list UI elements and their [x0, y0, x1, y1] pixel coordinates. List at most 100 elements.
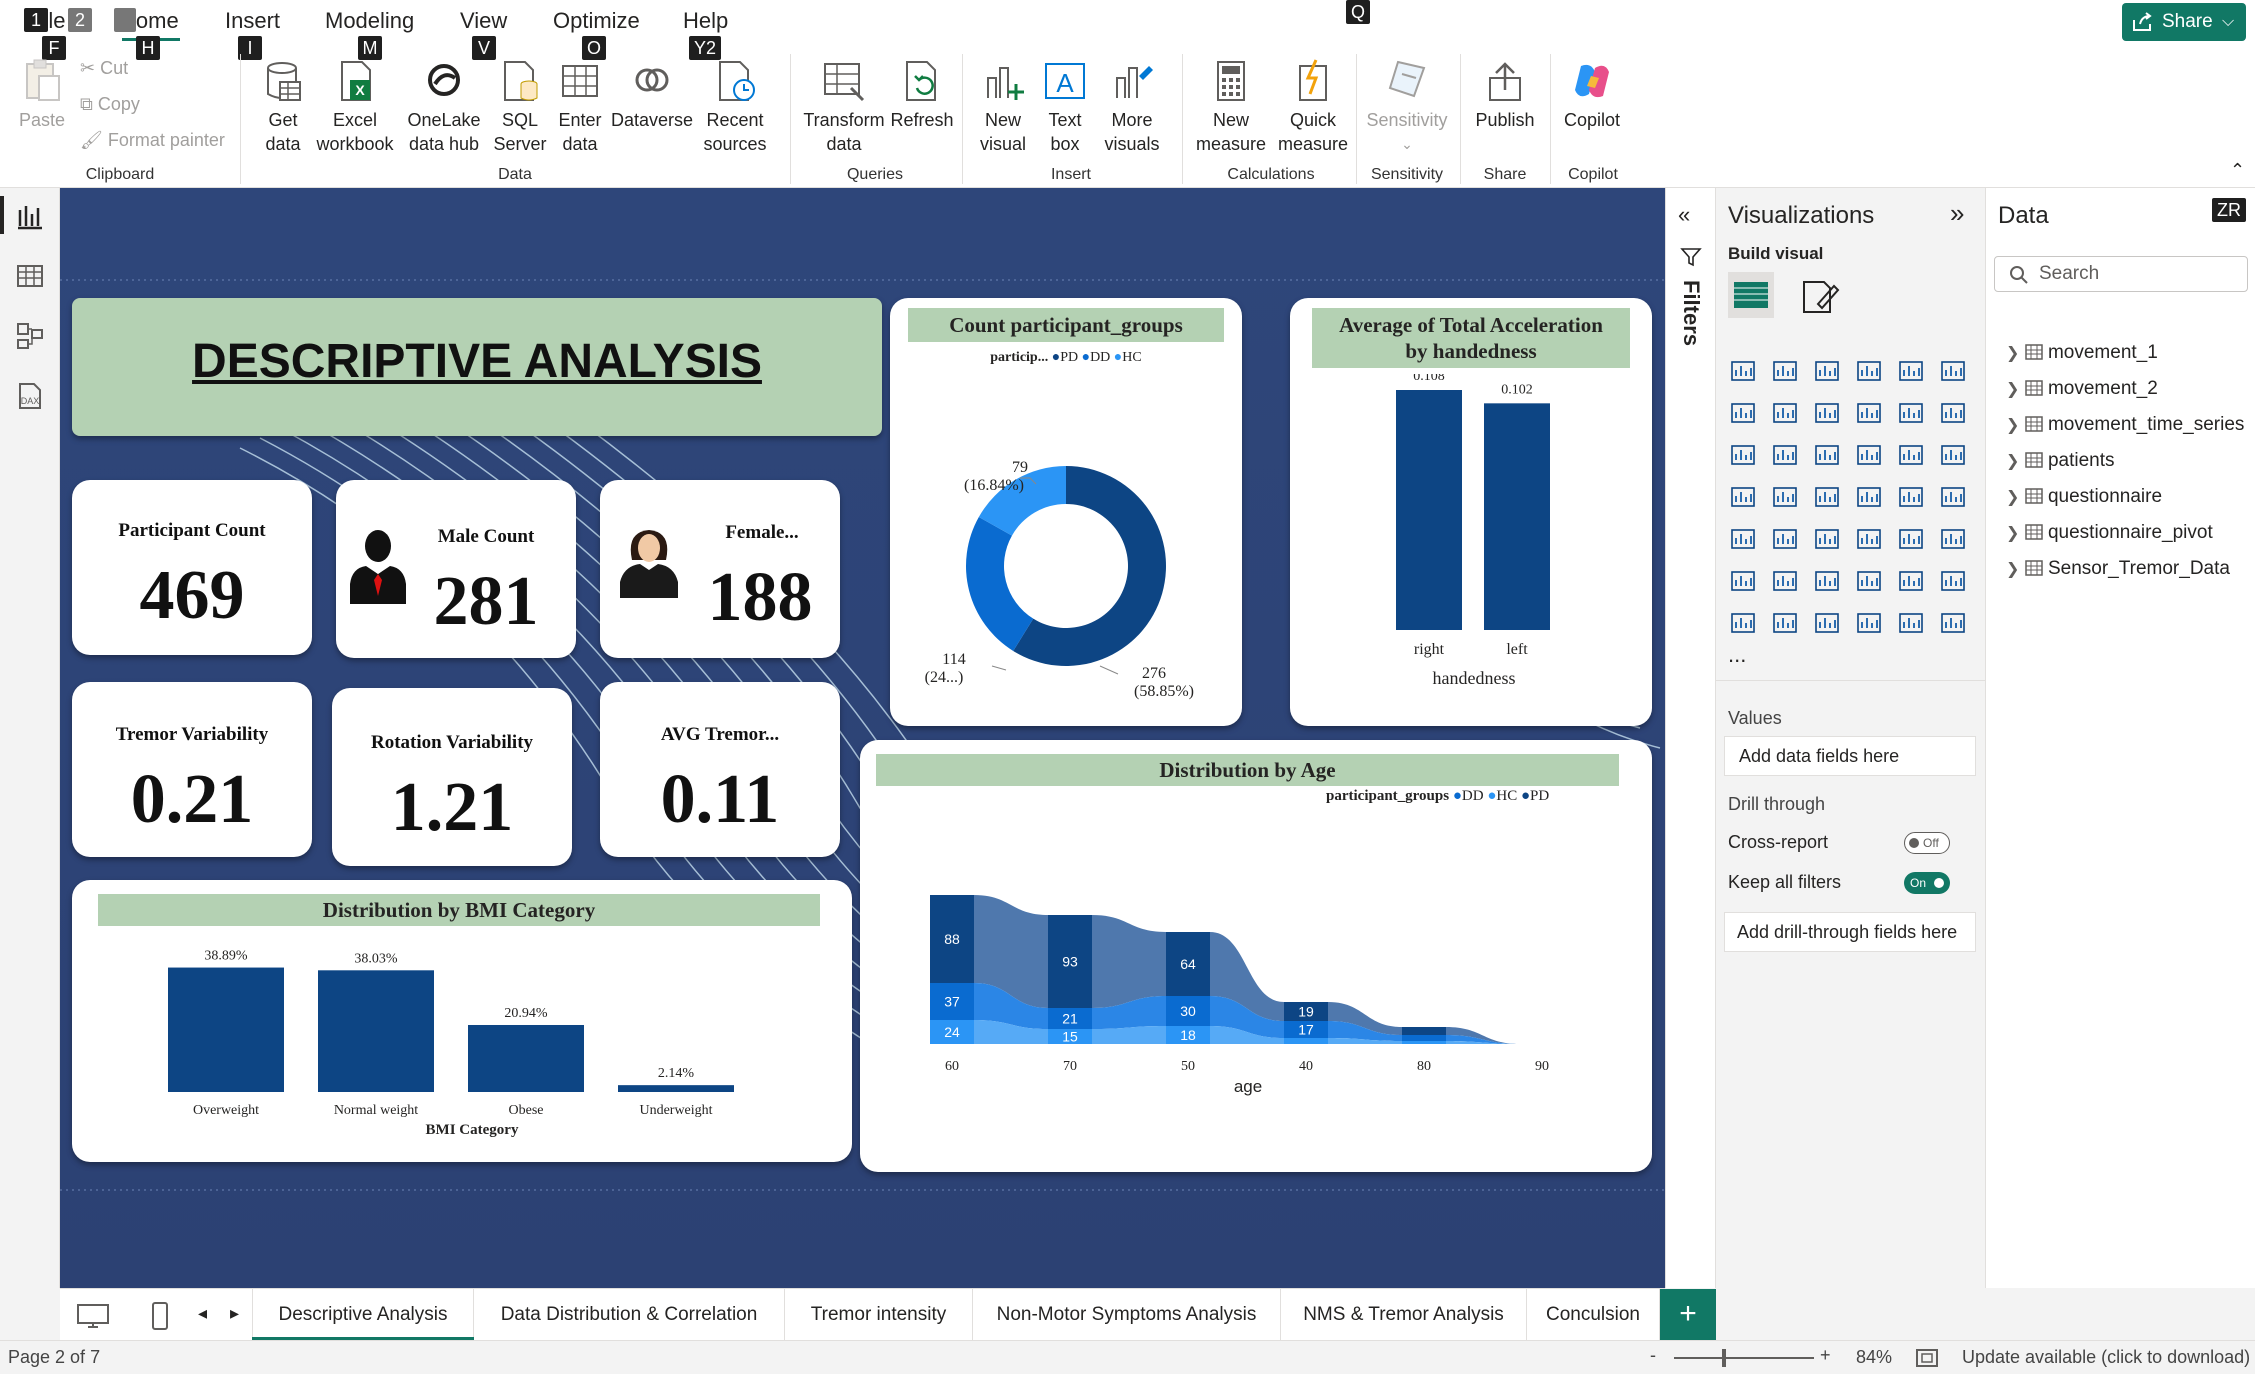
tab-non-motor[interactable]: Non-Motor Symptoms Analysis [973, 1289, 1281, 1341]
treemap-icon[interactable] [1728, 482, 1758, 512]
line-icon[interactable] [1728, 398, 1758, 428]
line-column-icon[interactable] [1728, 440, 1758, 470]
table-icon[interactable] [1854, 524, 1884, 554]
sensitivity-button[interactable]: Sensitivity ⌄ [1364, 58, 1450, 156]
format-painter-button[interactable]: 🖌 Format painter [80, 130, 225, 151]
report-canvas[interactable]: DESCRIPTIVE ANALYSIS Participant Count 4… [60, 188, 1665, 1288]
text-box-button[interactable]: A Text box [1036, 58, 1094, 156]
table-item[interactable]: ❯ questionnaire_pivot [2006, 522, 2213, 544]
filters-label[interactable]: Filters [1678, 280, 1704, 346]
expand-filters-icon[interactable]: « [1678, 202, 1690, 228]
mobile-layout-icon[interactable] [150, 1301, 170, 1331]
transform-data-button[interactable]: Transform data [800, 58, 888, 156]
tab-nms-tremor[interactable]: NMS & Tremor Analysis [1281, 1289, 1527, 1341]
ribbon-icon[interactable] [1854, 398, 1884, 428]
multi-row-card-icon[interactable] [1728, 524, 1758, 554]
quick-measure-button[interactable]: Quick measure [1272, 58, 1354, 156]
build-visual-tab-icon[interactable] [1728, 272, 1774, 318]
desktop-layout-icon[interactable] [76, 1303, 110, 1329]
kpi-icon[interactable] [1770, 524, 1800, 554]
r-visual-icon[interactable] [1938, 524, 1968, 554]
tab-tremor-intensity[interactable]: Tremor intensity [785, 1289, 973, 1341]
more-visuals-button[interactable]: More visuals [1094, 58, 1170, 156]
matrix-icon[interactable] [1896, 524, 1926, 554]
new-card-icon[interactable] [1770, 608, 1800, 638]
narrative-icon[interactable] [1896, 566, 1926, 596]
share-button[interactable]: Share ⌵ [2122, 3, 2246, 41]
copilot-button[interactable]: Copilot [1556, 58, 1628, 132]
format-visual-tab-icon[interactable] [1800, 278, 1840, 316]
kpi-card-rotation-variability[interactable]: Rotation Variability 1.21 [332, 688, 572, 866]
scatter-icon[interactable] [1854, 440, 1884, 470]
collapse-pane-icon[interactable]: » [1950, 198, 1964, 229]
stacked-column-icon[interactable] [1770, 356, 1800, 386]
tab-descriptive-analysis[interactable]: Descriptive Analysis [252, 1289, 474, 1341]
filters-pane-collapsed[interactable]: « Filters [1665, 188, 1715, 1288]
python-icon[interactable] [1728, 566, 1758, 596]
collapse-ribbon-icon[interactable]: ⌃ [2230, 160, 2245, 181]
area-icon[interactable] [1770, 398, 1800, 428]
onelake-button[interactable]: OneLake data hub [396, 58, 492, 156]
card-icon[interactable] [1938, 482, 1968, 512]
table-item[interactable]: ❯ patients [2006, 450, 2115, 472]
dataverse-button[interactable]: Dataverse [610, 58, 694, 132]
table-item[interactable]: ❯ movement_time_series [2006, 414, 2244, 436]
stacked-area-icon[interactable] [1812, 398, 1842, 428]
percent-bar-icon[interactable] [1896, 356, 1926, 386]
goals-icon[interactable] [1938, 566, 1968, 596]
filled-map-icon[interactable] [1812, 482, 1842, 512]
kpi-card-participant-count[interactable]: Participant Count 469 [72, 480, 312, 655]
bmi-chart-card[interactable]: Distribution by BMI Category 38.89% Overw… [72, 880, 852, 1162]
refresh-button[interactable]: Refresh [884, 58, 960, 132]
table-item[interactable]: ❯ questionnaire [2006, 486, 2162, 508]
table-item[interactable]: ❯ movement_2 [2006, 378, 2158, 400]
cut-button[interactable]: ✂ Cut [80, 58, 128, 79]
drill-through-drop-well[interactable]: Add drill-through fields here [1724, 912, 1976, 952]
tab-view[interactable]: View [460, 8, 507, 34]
clustered-column-icon[interactable] [1854, 356, 1884, 386]
percent-column-icon[interactable] [1938, 356, 1968, 386]
gauge-icon[interactable] [1896, 482, 1926, 512]
decomposition-tree-icon[interactable] [1812, 566, 1842, 596]
new-visual-button[interactable]: New visual [972, 58, 1034, 156]
prev-page-icon[interactable]: ◂ [198, 1303, 207, 1324]
paste-button[interactable]: Paste [14, 58, 70, 132]
power-automate-icon[interactable] [1854, 608, 1884, 638]
publish-button[interactable]: Publish [1468, 58, 1542, 132]
clustered-bar-icon[interactable] [1812, 356, 1842, 386]
model-view-icon[interactable] [14, 320, 46, 352]
sql-server-button[interactable]: SQL Server [490, 58, 550, 156]
waterfall-icon[interactable] [1896, 398, 1926, 428]
report-view-icon[interactable] [14, 200, 46, 232]
get-data-button[interactable]: Get data [250, 58, 316, 156]
more-visuals-ellipsis[interactable]: ... [1728, 642, 1746, 668]
funnel-icon[interactable] [1812, 440, 1842, 470]
tab-insert[interactable]: Insert [225, 8, 280, 34]
column-line-icon[interactable] [1770, 440, 1800, 470]
power-apps-icon[interactable] [1896, 608, 1926, 638]
donut-chart-card[interactable]: Count participant_groups particip... ●PD… [890, 298, 1242, 726]
donut-icon[interactable] [1938, 440, 1968, 470]
table-view-icon[interactable] [14, 260, 46, 292]
kpi-card-avg-tremor[interactable]: AVG Tremor... 0.11 [600, 682, 840, 857]
tab-modeling[interactable]: Modeling [325, 8, 414, 34]
new-slicer-icon[interactable] [1812, 608, 1842, 638]
values-drop-well[interactable]: Add data fields here [1724, 736, 1976, 776]
tab-optimize[interactable]: Optimize [553, 8, 640, 34]
funnel-combo-icon[interactable] [1938, 398, 1968, 428]
excel-workbook-button[interactable]: X Excel workbook [316, 58, 394, 156]
new-measure-button[interactable]: New measure [1190, 58, 1272, 156]
smart-narrative-icon[interactable] [1938, 608, 1968, 638]
recent-sources-button[interactable]: Recent sources [694, 58, 776, 156]
dax-query-icon[interactable]: DAX [14, 380, 46, 412]
title-card[interactable]: DESCRIPTIVE ANALYSIS [72, 298, 882, 436]
table-item[interactable]: ❯ movement_1 [2006, 342, 2158, 364]
kpi-card-male-count[interactable]: Male Count 281 [336, 480, 576, 658]
fit-to-page-icon[interactable] [1916, 1349, 1938, 1367]
zoom-slider[interactable] [1674, 1349, 1814, 1367]
age-chart-card[interactable]: Distribution by Age participant_groups ●… [860, 740, 1652, 1172]
zoom-in-button[interactable]: + [1820, 1345, 1831, 1366]
zoom-slider-thumb[interactable] [1722, 1349, 1726, 1367]
copy-button[interactable]: ⧉ Copy [80, 94, 140, 115]
add-page-button[interactable]: + [1660, 1289, 1716, 1341]
